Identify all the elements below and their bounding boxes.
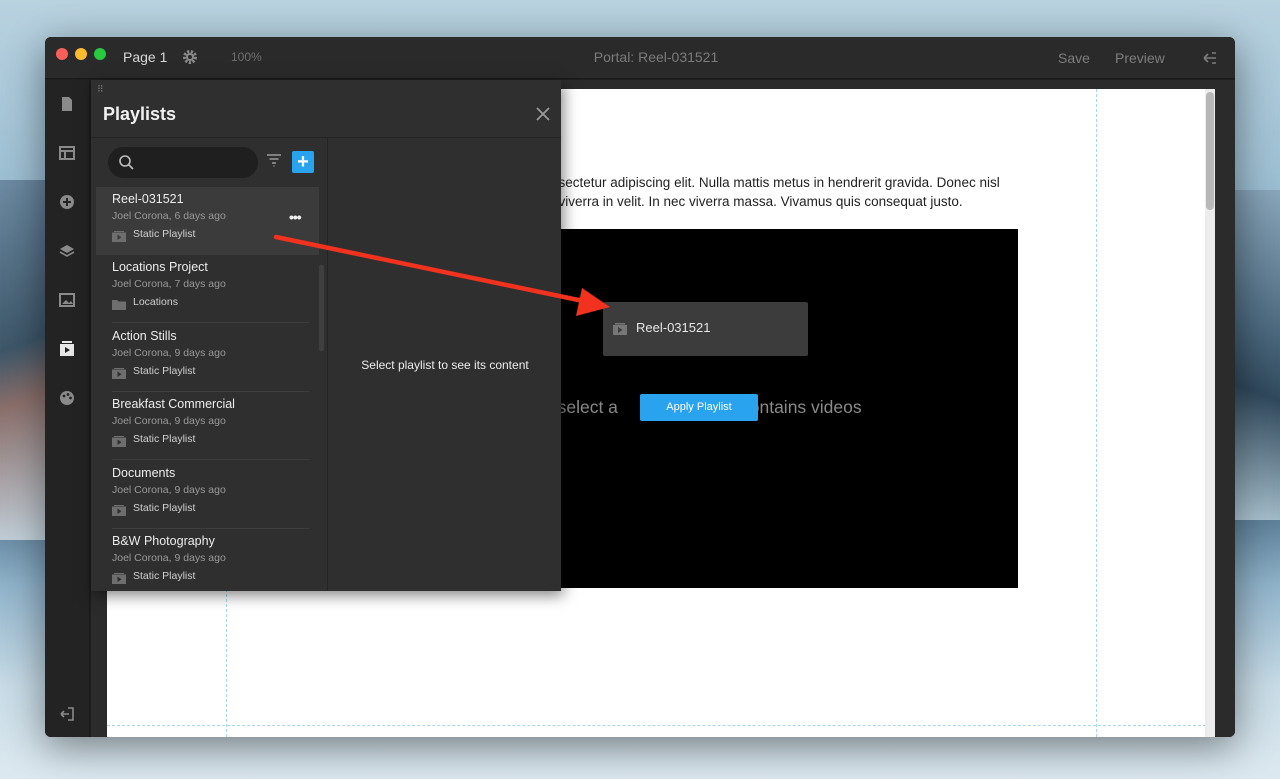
exit-icon[interactable] (58, 705, 76, 723)
play-icon (613, 322, 627, 335)
left-toolbar (45, 80, 90, 737)
list-item[interactable]: Action Stills Joel Corona, 9 days ago St… (96, 324, 319, 392)
guide-line-bottom (107, 725, 1211, 726)
panel-column-divider (327, 138, 328, 591)
guide-line-right (1096, 89, 1097, 737)
layers-icon[interactable] (58, 242, 76, 260)
list-item[interactable]: Documents Joel Corona, 9 days ago Static… (96, 461, 319, 529)
preview-button[interactable]: Preview (1115, 50, 1165, 66)
dragged-playlist-label: Reel-031521 (636, 320, 711, 335)
close-icon[interactable] (535, 106, 551, 122)
playlist-type: Static Playlist (133, 433, 196, 445)
save-button[interactable]: Save (1058, 50, 1090, 66)
drag-handle-icon[interactable]: ⠿ (97, 84, 105, 95)
playlist-type: Static Playlist (133, 502, 196, 514)
search-icon (118, 154, 134, 170)
list-divider (112, 459, 309, 460)
window-title: Portal: Reel-031521 (593, 49, 719, 65)
playlist-name: Documents (112, 466, 176, 480)
dragged-playlist-chip[interactable]: Reel-031521 (603, 302, 808, 356)
layout-icon[interactable] (58, 144, 76, 162)
list-item[interactable]: Locations Project Joel Corona, 7 days ag… (96, 255, 319, 323)
add-playlist-button[interactable]: + (292, 151, 314, 173)
playlist-type: Static Playlist (133, 228, 196, 240)
paragraph-line-2: , viverra in velit. In nec viverra massa… (551, 194, 963, 209)
panel-header-divider (91, 137, 561, 138)
list-item[interactable]: Breakfast Commercial Joel Corona, 9 days… (96, 392, 319, 460)
playlist-meta: Joel Corona, 7 days ago (112, 278, 226, 290)
list-item[interactable]: Reel-031521 Joel Corona, 6 days ago Stat… (96, 187, 319, 255)
play-icon (112, 229, 126, 242)
canvas-scrollbar-thumb[interactable] (1206, 92, 1214, 210)
play-icon (112, 503, 126, 516)
playlist-name: Breakfast Commercial (112, 397, 235, 411)
video-placeholder-right: contains videos (741, 397, 862, 417)
playlist-name: B&W Photography (112, 534, 215, 548)
list-divider (112, 322, 309, 323)
collapse-panel-icon[interactable] (1201, 49, 1219, 67)
play-icon (112, 571, 126, 584)
playlist-name: Locations Project (112, 260, 208, 274)
playlist-type: Static Playlist (133, 570, 196, 582)
playlist-type: Locations (133, 296, 178, 308)
list-scrollbar[interactable] (319, 265, 324, 351)
playlist-list: Reel-031521 Joel Corona, 6 days ago Stat… (96, 187, 319, 591)
playlist-meta: Joel Corona, 9 days ago (112, 484, 226, 496)
playlist-name: Action Stills (112, 329, 177, 343)
playlist-name: Reel-031521 (112, 192, 184, 206)
play-icon (112, 366, 126, 379)
apply-playlist-button[interactable]: Apply Playlist (640, 394, 758, 421)
paragraph-text[interactable]: nsectetur adipiscing elit. Nulla mattis … (551, 173, 1011, 211)
add-icon[interactable] (58, 193, 76, 211)
image-icon[interactable] (58, 291, 76, 309)
playlist-icon[interactable] (58, 340, 76, 358)
folder-icon (112, 297, 126, 310)
list-item[interactable]: B&W Photography Joel Corona, 9 days ago … (96, 529, 319, 591)
play-icon (112, 434, 126, 447)
playlist-meta: Joel Corona, 9 days ago (112, 552, 226, 564)
playlist-meta: Joel Corona, 6 days ago (112, 210, 226, 222)
filter-icon[interactable] (266, 153, 282, 167)
palette-icon[interactable] (58, 389, 76, 407)
video-player-block[interactable]: Reel-031521 e select a contains videos A… (532, 229, 1018, 588)
empty-content-message: Select playlist to see its content (361, 358, 529, 372)
playlist-type: Static Playlist (133, 365, 196, 377)
playlist-meta: Joel Corona, 9 days ago (112, 415, 226, 427)
panel-title: Playlists (103, 104, 177, 124)
paragraph-line-1: nsectetur adipiscing elit. Nulla mattis … (551, 175, 1000, 190)
playlist-meta: Joel Corona, 9 days ago (112, 347, 226, 359)
more-options-icon[interactable]: ••• (289, 209, 302, 225)
title-bar: Page 1 100% Portal: Reel-031521 Save Pre… (45, 37, 1235, 79)
pages-icon[interactable] (58, 95, 76, 113)
playlists-panel: ⠿ Playlists + Reel-031521 Joel Corona, 6… (91, 80, 561, 591)
